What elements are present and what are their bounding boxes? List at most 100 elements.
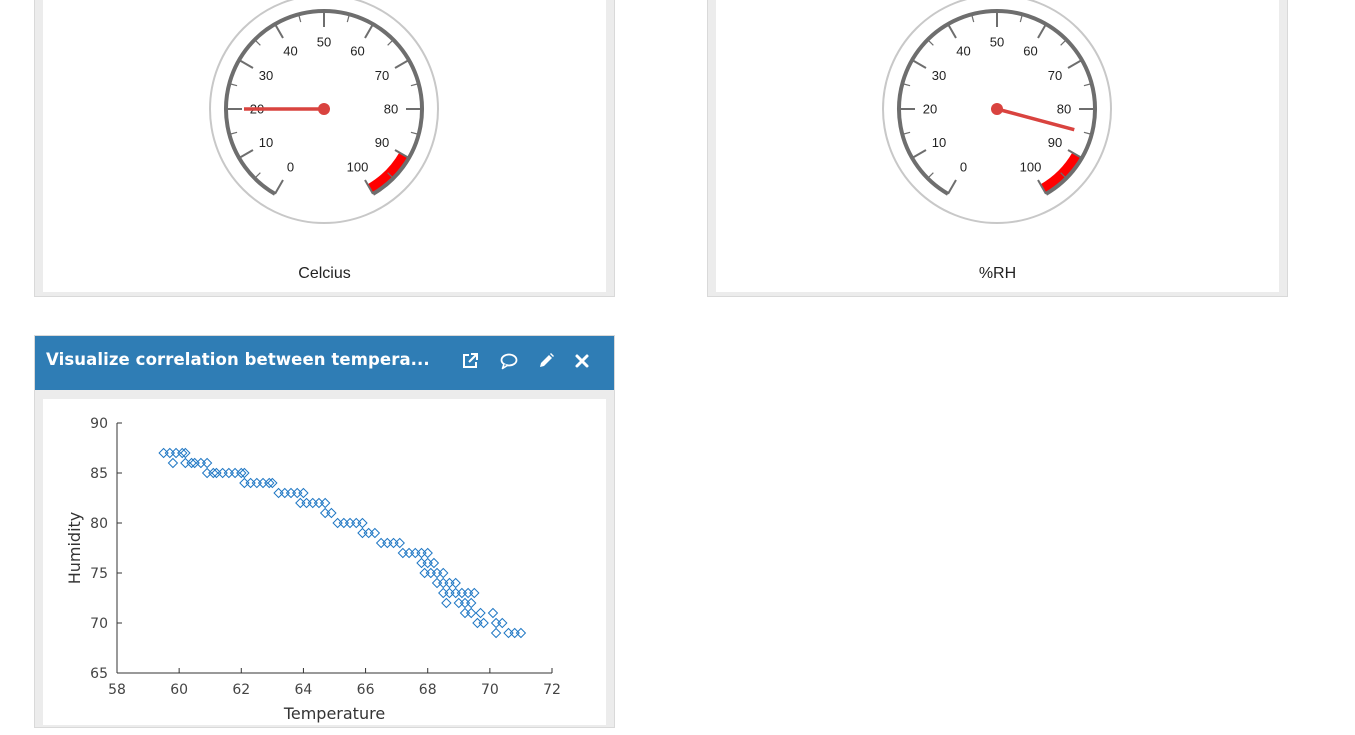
scatter-point [497, 617, 508, 629]
humidity-gauge-tick-label: 100 [1020, 160, 1042, 175]
scatter-point [450, 587, 461, 599]
scatter-point [292, 487, 303, 499]
scatter-point [251, 477, 263, 489]
scatter-point [195, 457, 207, 469]
x-axis-label: Temperature [283, 704, 385, 723]
scatter-point [180, 447, 191, 459]
scatter-point [201, 467, 213, 479]
scatter-point [170, 447, 182, 459]
scatter-point [438, 577, 449, 589]
scatter-point [164, 447, 176, 459]
temperature-gauge-tick-label: 80 [384, 102, 398, 117]
external-link-icon [463, 353, 478, 368]
comment-button[interactable] [498, 350, 520, 372]
humidity-gauge-tick-label: 90 [1048, 135, 1062, 150]
scatter-point [273, 487, 284, 499]
y-tick-label: 85 [90, 466, 108, 482]
scatter-point [422, 557, 433, 569]
scatter-point [403, 547, 415, 559]
scatter-point [388, 537, 399, 549]
temperature-gauge-pivot [318, 103, 330, 115]
scatter-point [444, 587, 455, 599]
scatter-point [279, 487, 290, 499]
scatter-point [363, 527, 374, 539]
scatter-point [217, 467, 228, 479]
scatter-point [285, 487, 297, 499]
scatter-point [419, 567, 430, 579]
scatter-point [490, 627, 502, 639]
comment-icon [500, 353, 518, 370]
scatter-point [453, 597, 464, 609]
scatter-point [326, 507, 337, 519]
temperature-gauge-panel: 0 10 20 30 40 50 60 70 80 90 100 Celcius [43, 0, 606, 292]
x-tick-label: 72 [543, 682, 561, 698]
scatter-point [357, 527, 368, 539]
scatter-point [307, 497, 318, 509]
external-link-button[interactable] [459, 350, 481, 372]
humidity-gauge-tick-label: 50 [990, 35, 1004, 50]
scatter-point [295, 497, 306, 509]
widget-title: Visualize correlation between tempera... [46, 350, 430, 369]
x-tick-label: 68 [419, 682, 437, 698]
scatter-plot: 58 60 62 64 66 68 70 72 65 70 75 80 85 90 Temperature H… [65, 416, 561, 723]
scatter-point [459, 607, 471, 619]
scatter-point [267, 477, 278, 489]
humidity-gauge-tick-label: 10 [932, 135, 946, 150]
x-tick-label: 64 [295, 682, 313, 698]
chart-panel: 58 60 62 64 66 68 70 72 65 70 75 80 85 90 Temperature H… [43, 399, 606, 725]
scatter-point [490, 617, 502, 629]
edit-button[interactable] [535, 350, 557, 372]
scatter-point [456, 587, 468, 599]
close-icon [575, 354, 589, 368]
scatter-point [472, 617, 483, 629]
scatter-point [478, 617, 489, 629]
temperature-gauge-tick-label: 0 [287, 160, 294, 175]
scatter-point [369, 527, 381, 539]
scatter-point [223, 467, 235, 479]
scatter-point [438, 587, 449, 599]
temperature-gauge-tick-label: 70 [375, 68, 389, 83]
scatter-point [245, 477, 256, 489]
scatter-point [301, 497, 312, 509]
temperature-gauge-widget: 0 10 20 30 40 50 60 70 80 90 100 Celcius [34, 0, 615, 297]
temperature-gauge-tick-label: 90 [375, 135, 389, 150]
scatter-point [158, 447, 169, 459]
scatter-point [394, 537, 405, 549]
scatter-point [509, 627, 520, 639]
scatter-point [357, 517, 368, 529]
scatter-point [462, 587, 474, 599]
scatter-point [441, 597, 452, 609]
humidity-gauge-tick-label: 60 [1023, 43, 1037, 58]
scatter-point [351, 517, 362, 529]
temperature-gauge-tick-label: 60 [350, 43, 364, 58]
temperature-gauge-tick-label: 30 [259, 68, 273, 83]
x-tick-label: 66 [357, 682, 375, 698]
scatter-point [397, 547, 409, 559]
temperature-gauge-tick-label: 50 [317, 35, 331, 50]
scatter-point [229, 467, 241, 479]
scatter-point [515, 627, 527, 639]
y-axis-label: Humidity [65, 512, 84, 585]
scatter-point [425, 567, 437, 579]
y-tick-label: 75 [90, 566, 108, 582]
temperature-gauge: 0102030405060708090100 [209, 0, 439, 224]
humidity-gauge-panel: 0 10 20 30 40 50 60 70 80 90 100 %RH [716, 0, 1279, 292]
scatter-point [466, 607, 477, 619]
y-tick-label: 80 [90, 516, 108, 532]
close-button[interactable] [571, 350, 593, 372]
scatter-point [298, 487, 309, 499]
scatter-point [208, 467, 219, 479]
scatter-point [416, 557, 427, 569]
scatter-point [264, 477, 275, 489]
scatter-point [382, 537, 393, 549]
y-tick-label: 70 [90, 616, 108, 632]
scatter-point [177, 447, 188, 459]
scatter-point [416, 547, 427, 559]
scatter-point [475, 607, 486, 619]
scatter-point [236, 467, 247, 479]
scatter-point [239, 477, 250, 489]
scatter-point [313, 497, 325, 509]
y-tick-label: 65 [90, 666, 108, 682]
x-tick-label: 62 [232, 682, 250, 698]
scatter-point [319, 507, 331, 519]
